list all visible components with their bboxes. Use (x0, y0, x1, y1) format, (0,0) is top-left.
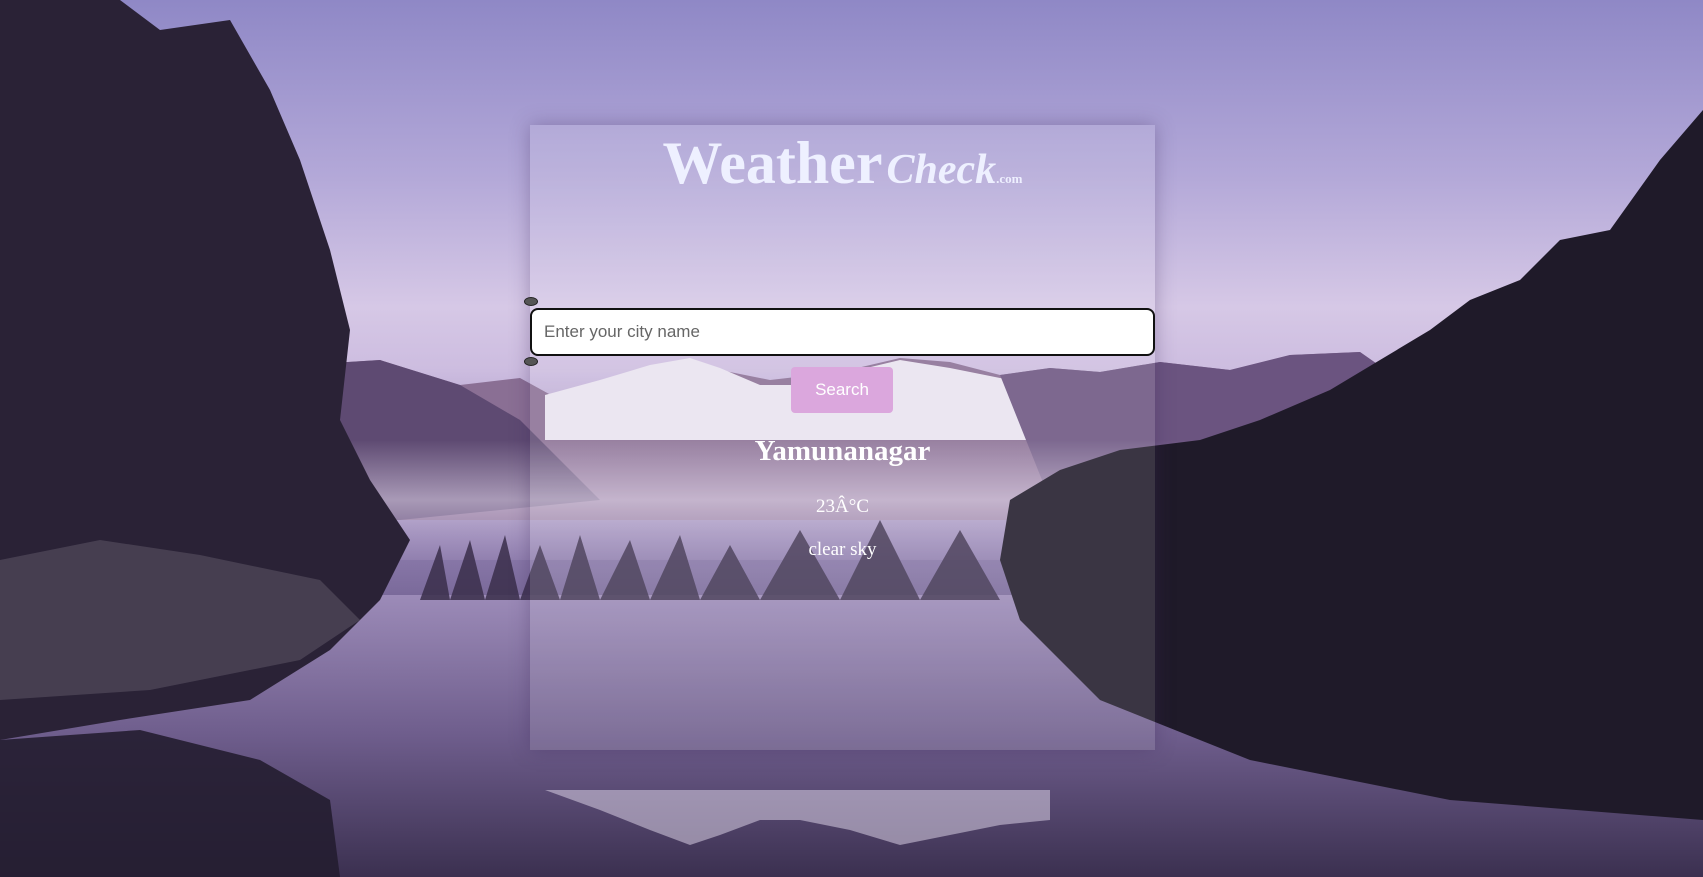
title-main: Weather (662, 130, 883, 196)
city-search-input[interactable] (530, 308, 1155, 356)
search-button[interactable]: Search (791, 367, 893, 413)
title-domain: .com (996, 171, 1023, 186)
app-title: Weather Check.com (530, 129, 1155, 198)
resize-handle-bottom[interactable] (524, 357, 538, 366)
weather-description: clear sky (808, 539, 877, 560)
title-sub: Check (886, 147, 997, 193)
resize-handle-top[interactable] (524, 297, 538, 306)
city-name: Yamunanagar (754, 435, 931, 467)
weather-card: Weather Check.com Search Yamunanagar 23Â… (524, 125, 1155, 750)
temperature-value: 23Â°C (816, 496, 869, 517)
